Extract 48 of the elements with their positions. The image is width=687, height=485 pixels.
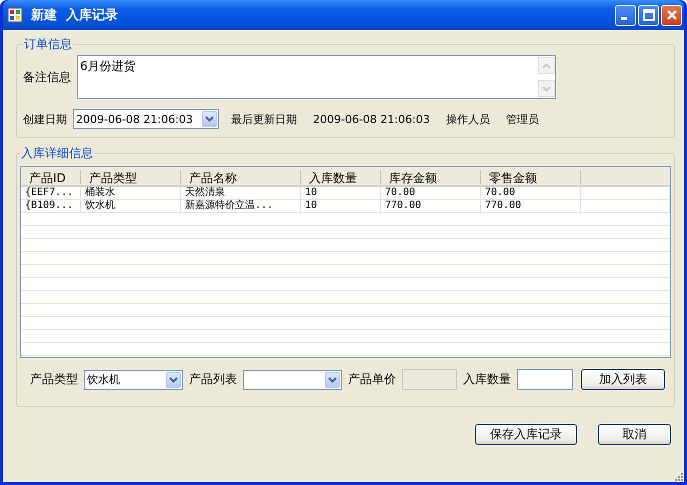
column-header[interactable]: 入库数量 bbox=[301, 170, 381, 184]
dropdown[interactable]: 饮水机 bbox=[84, 370, 183, 390]
field-label: 备注信息 bbox=[23, 68, 71, 86]
table-cell: 70.00 bbox=[381, 187, 481, 200]
table-cell: 70.00 bbox=[481, 187, 581, 200]
scroll-bar[interactable] bbox=[538, 56, 555, 98]
dropdown[interactable]: 2009-06-08 21:06:03 bbox=[73, 109, 219, 129]
table-cell: {B109... bbox=[21, 200, 81, 213]
maximize-button[interactable] bbox=[638, 4, 659, 26]
group-title: 入库详细信息 bbox=[20, 145, 94, 162]
column-header[interactable]: 零售金额 bbox=[481, 170, 581, 184]
window-title: 新建 入库记录 bbox=[31, 6, 118, 24]
field-label: 入库数量 bbox=[463, 371, 511, 388]
add-button[interactable]: 加入列表 bbox=[581, 369, 665, 390]
close-icon bbox=[666, 9, 678, 21]
dropdown[interactable] bbox=[243, 370, 342, 390]
column-header[interactable]: 产品名称 bbox=[181, 170, 301, 184]
table-cell: 770.00 bbox=[381, 200, 481, 213]
table-cell: {EEF7... bbox=[21, 187, 81, 200]
table-cell: 天然清泉 bbox=[181, 187, 301, 200]
input-field[interactable] bbox=[517, 369, 573, 390]
resize-grip-icon bbox=[673, 471, 683, 481]
maximize-icon bbox=[642, 9, 654, 21]
field-value: 管理员 bbox=[506, 112, 539, 126]
column-header[interactable]: 库存金额 bbox=[381, 170, 481, 184]
field-label: 产品列表 bbox=[189, 371, 237, 388]
table-cell: 新嘉源特价立温... bbox=[181, 200, 301, 213]
app-icon bbox=[7, 7, 23, 23]
table-cell: 桶装水 bbox=[81, 187, 181, 200]
group-title: 订单信息 bbox=[23, 36, 73, 53]
column-header[interactable]: 产品ID bbox=[21, 170, 81, 184]
save-button[interactable]: 保存入库记录 bbox=[475, 424, 577, 445]
minimize-button[interactable] bbox=[615, 4, 636, 26]
field-label: 产品类型 bbox=[30, 371, 78, 388]
table-cell: 10 bbox=[301, 187, 381, 200]
field-label: 操作人员 bbox=[446, 112, 490, 126]
table-cell: 770.00 bbox=[481, 200, 581, 213]
close-button[interactable] bbox=[661, 4, 682, 26]
field-label: 创建日期 bbox=[23, 112, 67, 126]
minimize-icon bbox=[620, 17, 626, 20]
table-cell: 饮水机 bbox=[81, 200, 181, 213]
field-value: 2009-06-08 21:06:03 bbox=[313, 112, 430, 126]
column-header[interactable]: 产品类型 bbox=[81, 170, 181, 184]
field-label: 产品单价 bbox=[348, 371, 396, 388]
text-area[interactable]: 6月份进货 bbox=[77, 55, 556, 99]
cancel-button[interactable]: 取消 bbox=[598, 424, 671, 445]
field-label: 最后更新日期 bbox=[231, 112, 297, 126]
table-cell: 10 bbox=[301, 200, 381, 213]
